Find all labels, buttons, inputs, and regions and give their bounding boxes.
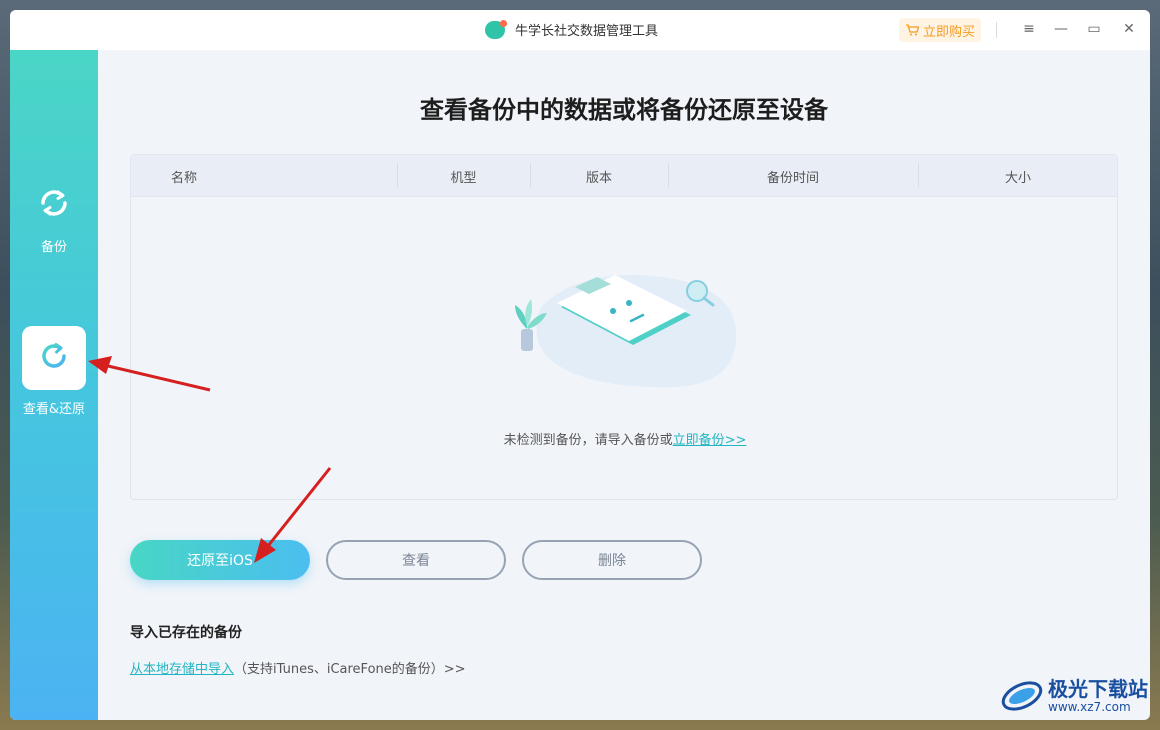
- column-header-name: 名称: [170, 170, 197, 186]
- sidebar: 备份 查看&还原: [10, 50, 98, 720]
- titlebar-divider: [996, 22, 997, 38]
- app-logo-icon: [485, 19, 507, 39]
- import-row: 从本地存储中导入（支持iTunes、iCareFone的备份）>>: [130, 658, 466, 677]
- delete-button[interactable]: 删除: [522, 540, 702, 580]
- empty-state-message: 未检测到备份，请导入备份或立即备份>>: [131, 429, 1119, 448]
- column-header-backup-time: 备份时间: [766, 170, 819, 186]
- empty-state-illustration: [501, 267, 741, 397]
- table-header: 名称 机型 版本 备份时间 大小: [131, 155, 1117, 197]
- sync-icon: [37, 186, 71, 224]
- watermark: 极光下载站 www.xz7.com: [1000, 676, 1148, 716]
- restore-icon: [37, 339, 71, 377]
- sidebar-item-backup[interactable]: 备份: [10, 186, 98, 255]
- empty-state-text: 未检测到备份，请导入备份或: [503, 433, 673, 448]
- buy-now-button[interactable]: 立即购买: [899, 18, 981, 42]
- sidebar-item-label: 备份: [40, 240, 67, 255]
- page-title: 查看备份中的数据或将备份还原至设备: [420, 96, 828, 124]
- watermark-logo-icon: [1001, 681, 1043, 711]
- app-window: 牛学长社交数据管理工具 立即购买 ≡ — ▭ ✕ 备份 查看&还原 查看备份中的…: [10, 10, 1150, 720]
- close-icon[interactable]: ✕: [1120, 20, 1138, 38]
- column-header-version: 版本: [585, 170, 612, 186]
- minimize-icon[interactable]: —: [1052, 20, 1070, 38]
- backup-now-link[interactable]: 立即备份>>: [673, 433, 747, 448]
- backup-table: 名称 机型 版本 备份时间 大小 未检测到备份，请导入备份或立即备份>>: [130, 154, 1118, 500]
- restore-icon-tile: [22, 326, 86, 390]
- watermark-url: www.xz7.com: [1048, 700, 1131, 714]
- restore-to-ios-button[interactable]: 还原至iOS: [130, 540, 310, 580]
- sidebar-item-label: 查看&还原: [22, 402, 86, 417]
- column-header-size: 大小: [1004, 170, 1031, 186]
- app-title-group: 牛学长社交数据管理工具: [485, 19, 659, 39]
- menu-icon[interactable]: ≡: [1020, 20, 1038, 38]
- buy-now-label: 立即购买: [922, 24, 975, 40]
- cart-icon: [905, 24, 919, 36]
- maximize-icon[interactable]: ▭: [1085, 20, 1103, 38]
- app-title: 牛学长社交数据管理工具: [515, 24, 659, 39]
- import-note: （支持iTunes、iCareFone的备份）>>: [234, 662, 466, 677]
- import-section-title: 导入已存在的备份: [130, 625, 242, 641]
- title-bar: 牛学长社交数据管理工具 立即购买 ≡ — ▭ ✕: [10, 10, 1150, 50]
- column-header-model: 机型: [450, 170, 477, 186]
- import-from-local-link[interactable]: 从本地存储中导入: [130, 662, 234, 677]
- sidebar-item-view-restore[interactable]: 查看&还原: [10, 326, 98, 417]
- view-button[interactable]: 查看: [326, 540, 506, 580]
- watermark-text: 极光下载站: [1048, 677, 1148, 701]
